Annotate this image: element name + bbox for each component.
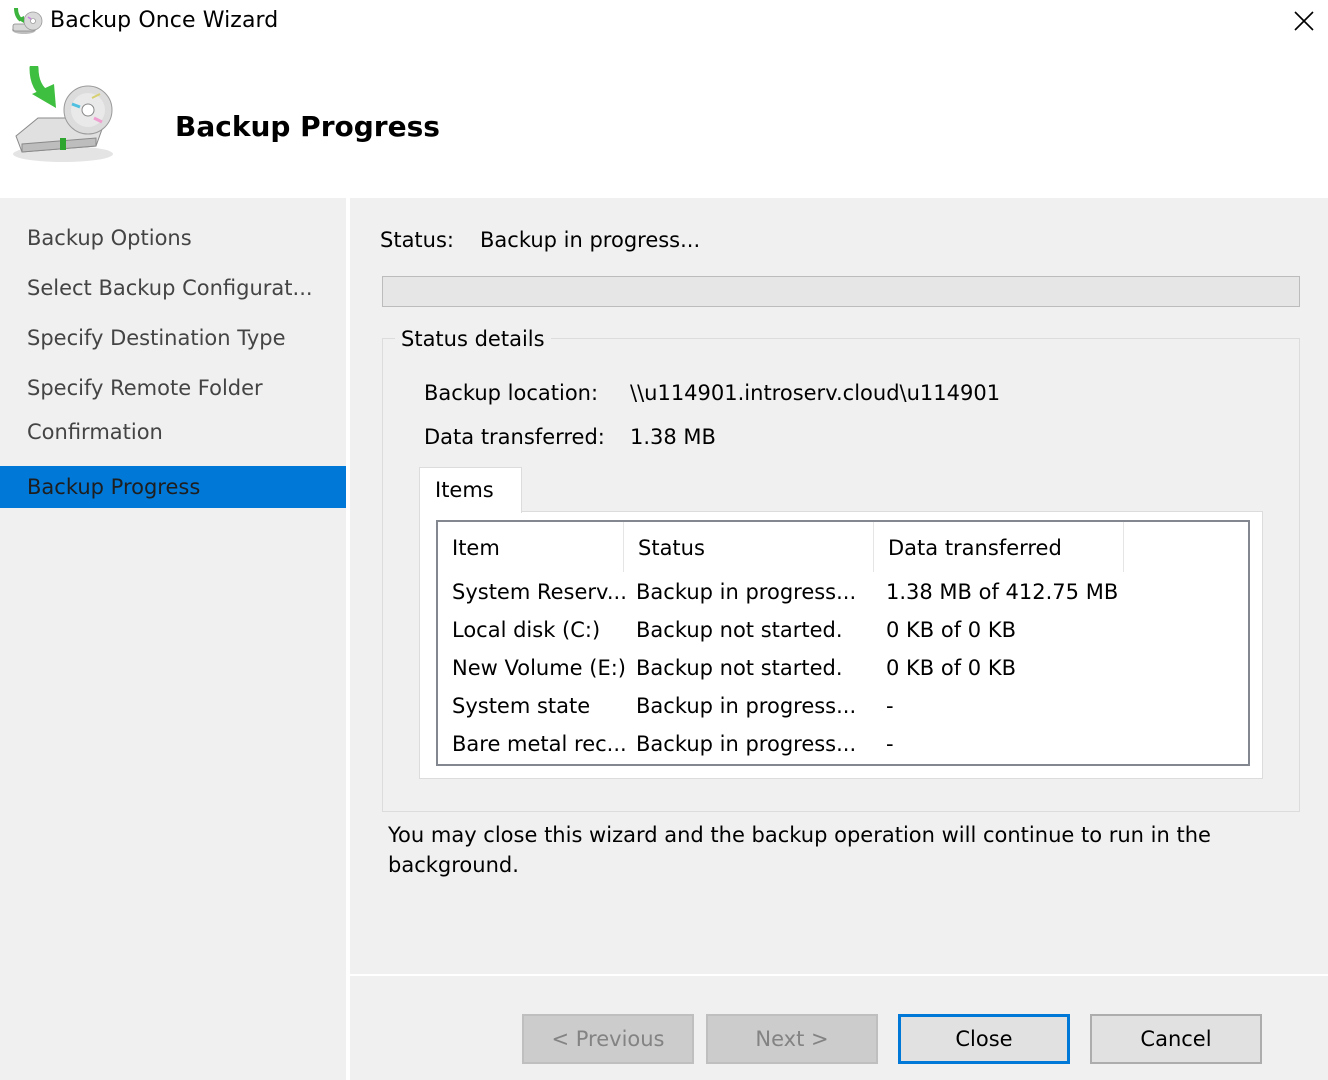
window-title: Backup Once Wizard — [50, 8, 279, 33]
data-cell: 0 KB of 0 KB — [886, 656, 1017, 680]
data-cell: 1.38 MB of 412.75 MB — [886, 580, 1119, 604]
details-tabs: Items Item Status Data transferred Syste… — [419, 467, 1263, 779]
wizard-footer: < Previous Next > Close Cancel — [350, 976, 1328, 1080]
table-row[interactable]: System Reserv... Backup in progress... 1… — [438, 574, 1248, 612]
data-cell: 0 KB of 0 KB — [886, 618, 1017, 642]
background-run-note: You may close this wizard and the backup… — [388, 823, 1211, 877]
status-cell: Backup not started. — [636, 618, 843, 642]
wizard-steps-sidebar: Backup Options Select Backup Configurat.… — [0, 198, 346, 1080]
table-row[interactable]: System state Backup in progress... - — [438, 688, 1248, 726]
list-header: Item Status Data transferred — [438, 522, 1248, 572]
close-icon[interactable] — [1282, 2, 1326, 40]
data-transferred-value: 1.38 MB — [630, 425, 716, 449]
status-cell: Backup in progress... — [636, 732, 857, 756]
backup-progress-bar — [382, 276, 1300, 307]
column-header-item[interactable]: Item — [438, 522, 624, 572]
items-tab-panel: Item Status Data transferred System Rese… — [419, 511, 1263, 779]
item-cell: Local disk (C:) — [452, 618, 601, 642]
item-cell: System state — [452, 694, 591, 718]
next-button[interactable]: Next > — [706, 1014, 878, 1064]
status-details-group: Status details Backup location: \\u11490… — [382, 327, 1300, 812]
sidebar-item-select-backup-configuration[interactable]: Select Backup Configurat... — [0, 267, 346, 309]
table-row[interactable]: Local disk (C:) Backup not started. 0 KB… — [438, 612, 1248, 650]
backup-location-label: Backup location: — [424, 381, 599, 405]
data-transferred-label: Data transferred: — [424, 425, 605, 449]
status-cell: Backup in progress... — [636, 694, 857, 718]
sidebar-item-backup-progress[interactable]: Backup Progress — [0, 466, 346, 508]
status-cell: Backup in progress... — [636, 580, 857, 604]
item-cell: Bare metal rec... — [452, 732, 627, 756]
status-cell: Backup not started. — [636, 656, 843, 680]
item-cell: New Volume (E:) — [452, 656, 626, 680]
column-header-status[interactable]: Status — [624, 522, 874, 572]
data-cell: - — [886, 732, 894, 756]
column-header-data-transferred[interactable]: Data transferred — [874, 522, 1124, 572]
sidebar-item-confirmation[interactable]: Confirmation — [0, 411, 346, 453]
status-value: Backup in progress... — [480, 228, 701, 252]
page-heading: Backup Progress — [175, 110, 440, 143]
backup-location-value: \\u114901.introserv.cloud\u114901 — [630, 381, 1001, 405]
sidebar-item-specify-remote-folder[interactable]: Specify Remote Folder — [0, 367, 346, 409]
backup-wizard-icon — [10, 6, 44, 36]
close-button[interactable]: Close — [898, 1014, 1070, 1064]
status-details-legend: Status details — [395, 327, 551, 351]
cancel-button[interactable]: Cancel — [1090, 1014, 1262, 1064]
status-label: Status: — [380, 228, 454, 252]
data-cell: - — [886, 694, 894, 718]
main-panel: Status: Backup in progress... Status det… — [350, 198, 1328, 974]
wizard-header: Backup Progress — [0, 44, 1328, 196]
table-row[interactable]: Bare metal rec... Backup in progress... … — [438, 726, 1248, 764]
table-row[interactable]: New Volume (E:) Backup not started. 0 KB… — [438, 650, 1248, 688]
previous-button[interactable]: < Previous — [522, 1014, 694, 1064]
items-list-view[interactable]: Item Status Data transferred System Rese… — [436, 520, 1250, 766]
sidebar-item-backup-options[interactable]: Backup Options — [0, 217, 346, 259]
backup-drive-disc-icon — [8, 63, 126, 166]
item-cell: System Reserv... — [452, 580, 627, 604]
sidebar-item-specify-destination-type[interactable]: Specify Destination Type — [0, 317, 346, 359]
tab-items[interactable]: Items — [419, 467, 522, 513]
title-bar: Backup Once Wizard — [0, 0, 1328, 44]
